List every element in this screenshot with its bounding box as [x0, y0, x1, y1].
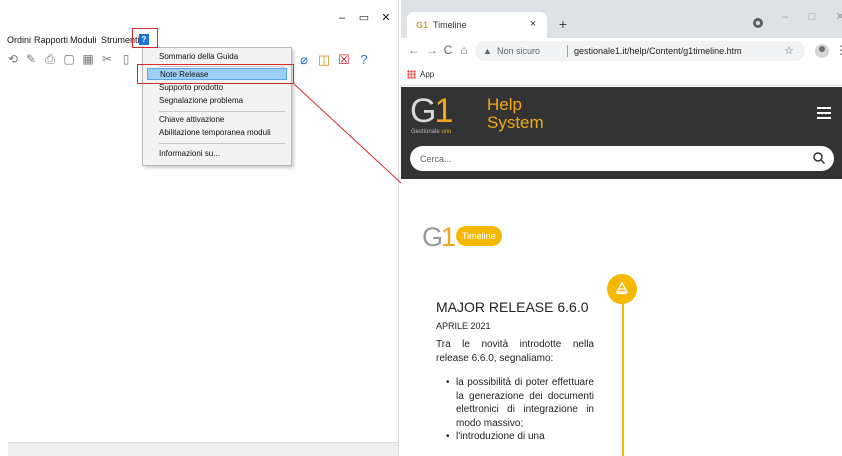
home-icon[interactable]: ⌂	[457, 43, 471, 57]
site-title-system: System	[487, 113, 544, 132]
list-item: l'introduzione di una	[446, 430, 594, 444]
calculator-icon[interactable]: ▦	[81, 52, 95, 66]
browser-maximize-button[interactable]: □	[805, 10, 819, 24]
back-arrow-icon[interactable]: ←	[407, 43, 421, 57]
release-bullets: la possibilità di poter effettuare la ge…	[446, 376, 594, 444]
app-menubar: Ordini Rapporti Moduli Strumenti ?	[0, 33, 399, 47]
tab-close-icon[interactable]: ×	[526, 17, 540, 31]
preview-icon[interactable]: ▢	[62, 52, 76, 66]
undo-icon[interactable]: ⟲	[6, 52, 20, 66]
apps-grid-icon[interactable]	[407, 70, 416, 79]
tag-icon[interactable]: ◫	[316, 52, 332, 68]
menu-item-chiave[interactable]: Chiave attivazione	[147, 114, 287, 126]
app-maximize-button[interactable]: ▭	[354, 10, 374, 26]
browser-navbar: ← → C ⌂ ▲ Non sicuro gestionale1.it/help…	[401, 38, 842, 64]
site-search-input[interactable]	[420, 152, 800, 165]
site-header: G1 Gestionale uno Help System	[401, 87, 842, 179]
omnibox-separator	[567, 45, 568, 57]
menu-item-abilitazione[interactable]: Abilitazione temporanea moduli	[147, 127, 287, 139]
note-release-highlight	[137, 64, 294, 84]
site-logo-subtitle: Gestionale uno	[411, 129, 452, 135]
edit-icon[interactable]: ✎	[24, 52, 38, 66]
bookmark-star-icon[interactable]: ☆	[784, 44, 794, 58]
browser-minimize-button[interactable]: –	[778, 10, 792, 24]
help-circle-icon[interactable]: ?	[356, 52, 372, 68]
app-close-button[interactable]: ✕	[376, 10, 396, 26]
list-item: la possibilità di poter effettuare la ge…	[446, 376, 594, 430]
copy-icon[interactable]: ▯	[119, 52, 133, 66]
media-control-icon[interactable]	[753, 18, 763, 28]
menu-item-informazioni[interactable]: Informazioni su...	[147, 148, 287, 160]
address-bar[interactable]: ▲ Non sicuro gestionale1.it/help/Content…	[475, 41, 805, 61]
url-text[interactable]: gestionale1.it/help/Content/g1timeline.h…	[574, 45, 742, 57]
tab-title: Timeline	[433, 20, 467, 30]
timeline-badge: Timeline	[456, 226, 502, 246]
release-date: APRILE 2021	[436, 321, 491, 331]
timeline-logo: G1	[422, 222, 456, 252]
profile-avatar-icon[interactable]	[815, 44, 829, 58]
browser-tab[interactable]: G1 Timeline ×	[407, 12, 547, 38]
help-button-highlight	[132, 28, 158, 48]
browser-menu-icon[interactable]: ⋮	[835, 43, 842, 57]
app-titlebar: – ▭ ✕	[0, 10, 399, 26]
site-title-help: Help	[487, 95, 522, 114]
browser-close-button[interactable]: ✕	[833, 10, 842, 24]
app-toolbar: ⟲ ✎ ⎙ ▢ ▦ ✂ ▯	[6, 50, 146, 70]
timeline-node[interactable]	[607, 274, 637, 304]
app-statusbar	[8, 442, 398, 456]
cut-icon[interactable]: ✂	[100, 52, 114, 66]
forward-arrow-icon[interactable]: →	[425, 43, 439, 57]
menu-item-segnalazione[interactable]: Segnalazione problema	[147, 95, 287, 107]
app-toolbar-right: ⌀ ◫ ☒ ?	[296, 50, 386, 70]
timeline-line	[622, 300, 624, 456]
site-logo[interactable]: G1	[410, 92, 453, 130]
new-tab-button[interactable]: +	[555, 16, 571, 32]
delete-icon[interactable]: ☒	[336, 52, 352, 68]
release-title: MAJOR RELEASE 6.6.0	[436, 299, 589, 315]
tab-favicon-icon: G1	[416, 20, 429, 30]
attachment-icon[interactable]: ⌀	[296, 52, 312, 68]
browser-tabstrip: G1 Timeline × + – □ ✕	[401, 0, 842, 38]
screenshot-root: – ▭ ✕ Ordini Rapporti Moduli Strumenti ?…	[0, 0, 842, 456]
menu-item-sommario[interactable]: Sommario della Guida	[147, 51, 287, 63]
security-status[interactable]: Non sicuro	[497, 45, 540, 57]
menu-separator	[159, 143, 285, 144]
hamburger-menu-icon[interactable]	[817, 107, 831, 119]
site-search-box	[410, 146, 834, 171]
menu-rapporti[interactable]: Rapporti	[34, 33, 68, 47]
menu-moduli[interactable]: Moduli	[70, 33, 97, 47]
menu-ordini[interactable]: Ordini	[7, 33, 31, 47]
rocket-icon	[615, 281, 629, 295]
print-icon[interactable]: ⎙	[43, 52, 57, 66]
warning-icon[interactable]: ▲	[483, 45, 492, 57]
reload-icon[interactable]: C	[441, 43, 455, 57]
apps-bookmark[interactable]: App	[420, 69, 434, 81]
bookmarks-bar: App	[401, 64, 842, 86]
release-intro: Tra le novità introdotte nella release 6…	[436, 339, 594, 364]
browser-window: G1 Timeline × + – □ ✕ ← → C ⌂ ▲ Non sicu…	[401, 0, 842, 456]
search-icon[interactable]	[812, 151, 826, 165]
app-minimize-button[interactable]: –	[332, 10, 352, 26]
menu-separator	[159, 111, 285, 112]
